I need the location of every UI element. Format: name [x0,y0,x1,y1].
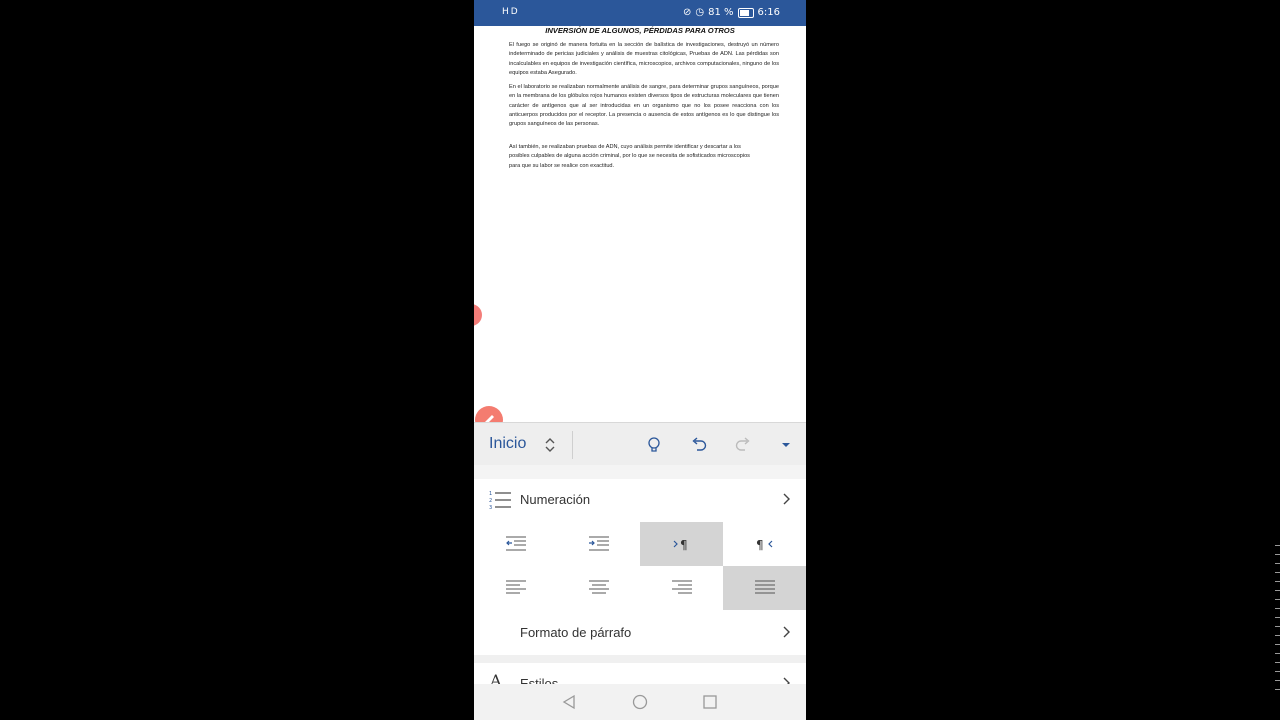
tab-switcher-icon[interactable] [542,435,558,455]
align-center-button[interactable] [557,566,640,610]
battery-icon [737,7,754,18]
numbering-row[interactable]: 1 2 3 Numeración [474,479,806,521]
increase-indent-button[interactable] [557,522,640,566]
ribbon-collapse-button[interactable] [775,434,797,456]
indent-grid: ¶ ¶ [474,522,806,566]
svg-text:¶: ¶ [680,538,688,552]
chevron-right-icon [783,493,790,505]
increase-indent-icon [588,536,609,551]
justify-button[interactable] [723,566,806,610]
ribbon-gap [474,465,806,479]
document-canvas[interactable]: INVERSIÓN DE ALGUNOS, PÉRDIDAS PARA OTRO… [474,26,806,434]
status-bar: HD ⊘ ◷ 81 % 6:16 [474,0,806,26]
align-right-icon [671,580,692,594]
justify-icon [754,580,775,594]
status-right: ⊘ ◷ 81 % 6:16 [683,7,780,18]
align-left-icon [505,580,526,594]
home-circle-icon [632,694,648,710]
align-left-button[interactable] [474,566,557,610]
document-paragraph[interactable]: El fuego se originó de manera fortuita e… [509,41,779,78]
section-separator [474,655,806,663]
numbering-label: Numeración [520,492,591,507]
decrease-indent-icon [505,536,526,551]
mute-icon: ⊘ [683,7,692,18]
undo-button[interactable] [688,434,710,456]
nav-back-button[interactable] [560,693,578,711]
left-to-right-icon: ¶ [673,538,688,552]
recents-square-icon [703,695,717,709]
paragraph-format-label: Formato de párrafo [520,625,632,640]
nav-home-button[interactable] [631,693,649,711]
edge-scale-marks [1275,545,1280,695]
ribbon-bar: Inicio [474,422,806,466]
clock: 6:16 [757,7,780,18]
svg-text:3: 3 [489,505,492,511]
alarm-icon: ◷ [695,7,705,18]
align-right-button[interactable] [640,566,723,610]
phone-screen: HD ⊘ ◷ 81 % 6:16 INVERSIÓN DE ALGUNOS, P… [474,0,806,720]
align-center-icon [588,580,609,594]
edge-handle[interactable] [474,304,482,326]
ltr-paragraph-button[interactable]: ¶ [640,522,723,566]
paragraph-format-row[interactable]: Formato de párrafo [474,612,806,654]
ribbon-panel: 1 2 3 Numeración ¶ ¶ Formato de párrafo … [474,479,806,684]
document-paragraph[interactable]: En el laboratorio se realizaban normalme… [509,83,779,129]
back-triangle-icon [562,694,575,710]
chevron-right-icon [783,677,790,684]
ideas-button[interactable] [643,434,665,456]
styles-row[interactable]: A Estilos [474,663,806,684]
system-nav-bar [474,684,806,720]
redo-button[interactable] [732,434,754,456]
styles-label: Estilos [520,676,559,684]
alignment-grid [474,566,806,610]
decrease-indent-button[interactable] [474,522,557,566]
svg-text:2: 2 [489,498,492,504]
caret-down-icon [782,443,790,447]
ribbon-divider [572,431,573,459]
lightbulb-icon [648,437,660,452]
document-paragraph[interactable]: Así también, se realizaban pruebas de AD… [509,143,759,171]
svg-text:¶: ¶ [756,538,764,552]
undo-icon [692,437,707,451]
chevron-right-icon [783,626,790,638]
redo-icon [735,437,750,451]
ribbon-tab-label[interactable]: Inicio [489,435,526,453]
battery-percent: 81 % [708,7,734,18]
nav-recents-button[interactable] [701,693,719,711]
right-to-left-icon: ¶ [756,538,772,552]
styles-icon: A [490,671,502,684]
status-left-icons: HD [502,7,520,17]
svg-text:1: 1 [489,491,492,497]
numbered-list-icon: 1 2 3 [489,491,511,511]
document-title: INVERSIÓN DE ALGUNOS, PÉRDIDAS PARA OTRO… [545,26,735,35]
rtl-paragraph-button[interactable]: ¶ [723,522,806,566]
